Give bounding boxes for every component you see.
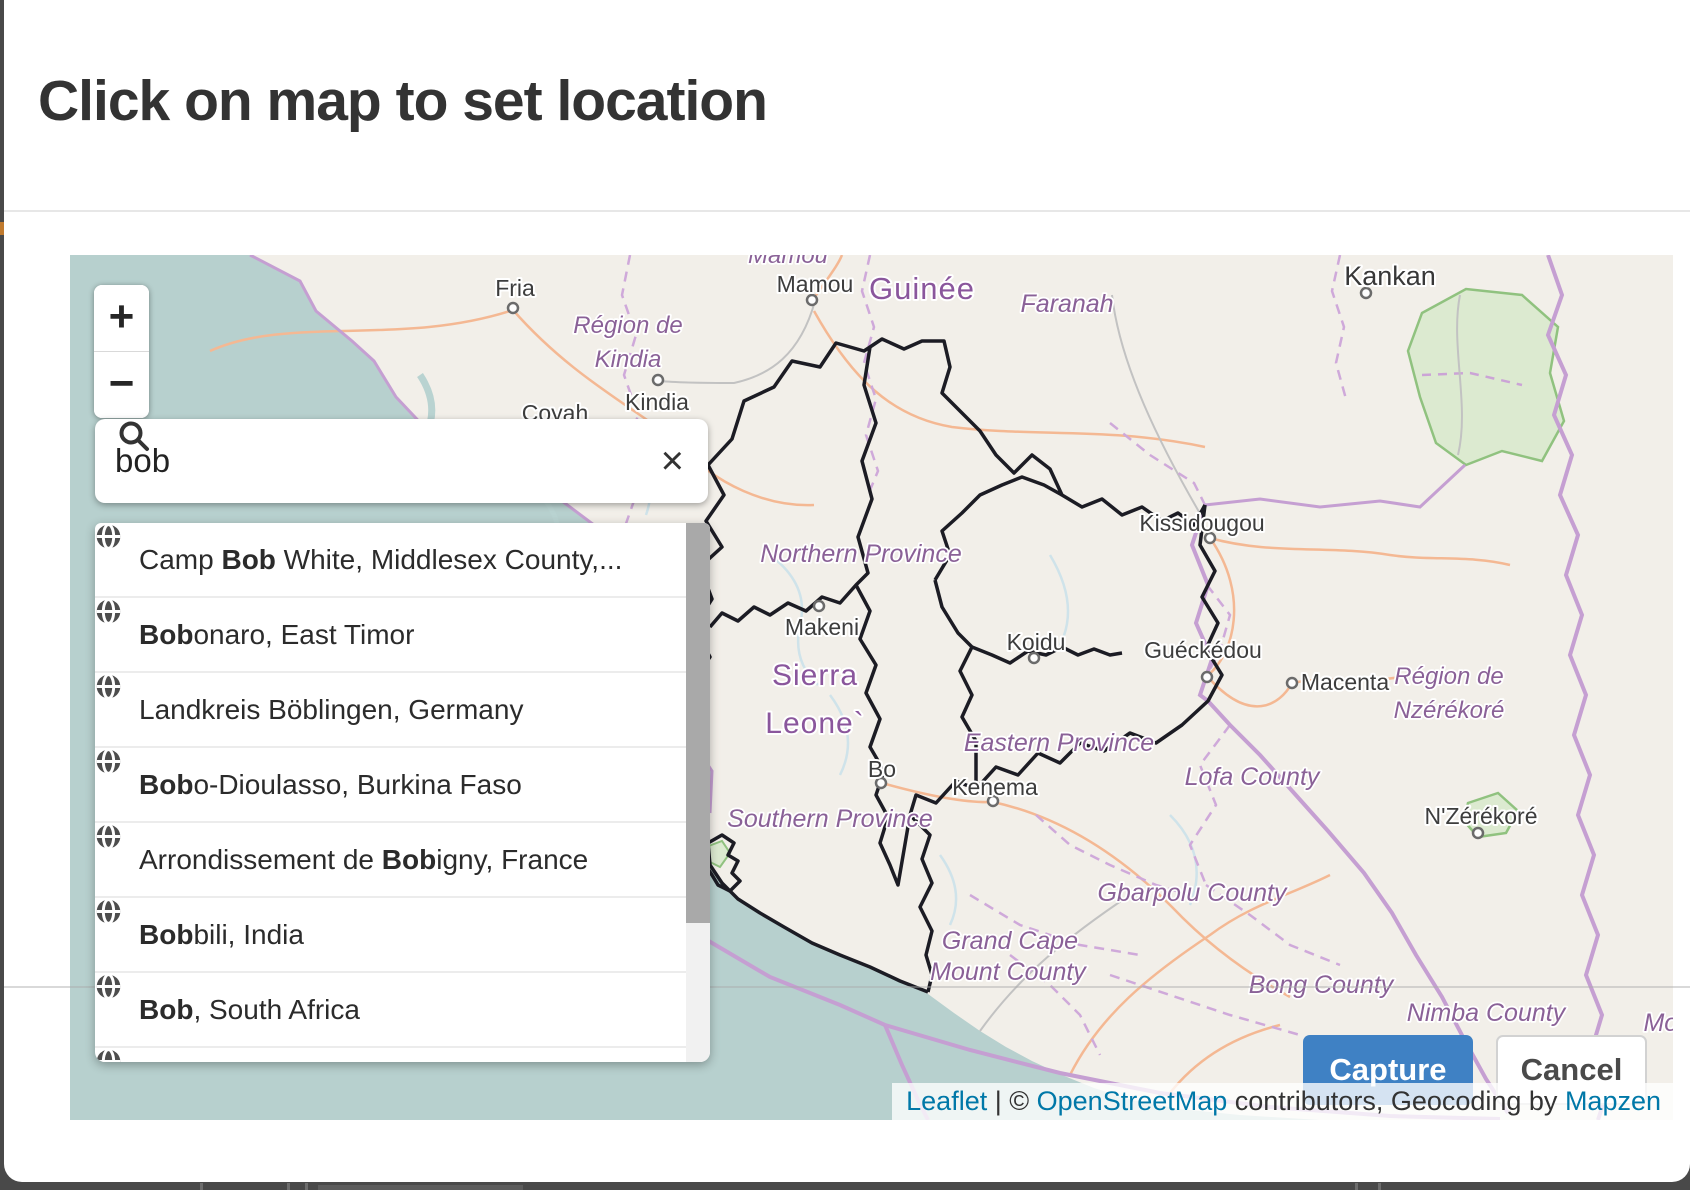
label-eastern-province: Eastern Province xyxy=(964,729,1154,757)
label-region-de-nzerekore-2: Nzérékoré xyxy=(1394,697,1505,724)
background-page-remnant xyxy=(305,1183,308,1190)
globe-icon xyxy=(95,823,122,850)
label-mamou-region: Mamou xyxy=(748,255,828,269)
label-grand-cape: Grand Cape xyxy=(942,927,1078,955)
globe-icon xyxy=(95,748,122,775)
label-koidu: Koidu xyxy=(1007,629,1066,655)
search-box: × xyxy=(95,419,708,503)
label-fria: Fria xyxy=(495,275,535,301)
label-kenema: Kenema xyxy=(952,774,1038,800)
location-picker-modal: Click on map to set location xyxy=(0,0,1690,1190)
header-divider xyxy=(0,210,1690,212)
label-montserrado-cut: Mor xyxy=(1643,1009,1673,1037)
openstreetmap-link[interactable]: OpenStreetMap xyxy=(1037,1086,1228,1116)
label-faranah: Faranah xyxy=(1020,290,1113,318)
label-makeni: Makeni xyxy=(785,614,859,640)
leaflet-link[interactable]: Leaflet xyxy=(906,1086,987,1116)
globe-icon xyxy=(95,898,122,925)
label-lofa-county: Lofa County xyxy=(1185,763,1321,791)
globe-icon xyxy=(95,523,122,550)
result-label: Landkreis Böblingen, Germany xyxy=(139,694,523,726)
label-mount-county: Mount County xyxy=(930,958,1087,986)
label-guinee: Guinée xyxy=(869,271,975,306)
result-label: Arrondissement de Bobigny, France xyxy=(139,844,588,876)
label-leone: Leone` xyxy=(765,707,864,740)
clear-search-icon[interactable]: × xyxy=(661,441,684,481)
label-kissidougou: Kissidougou xyxy=(1139,510,1264,536)
label-bong-county: Bong County xyxy=(1249,971,1395,999)
map-canvas[interactable]: Guinée Sierra Leone` Kankan Mamou Mamou … xyxy=(70,255,1673,1120)
results-scrollbar[interactable] xyxy=(686,523,710,1062)
globe-icon xyxy=(95,973,122,1000)
background-page-remnant xyxy=(287,1183,290,1190)
search-result-item[interactable]: Camp Bob White, Middlesex County,... xyxy=(95,523,686,598)
mapzen-link[interactable]: Mapzen xyxy=(1565,1086,1661,1116)
background-page-remnant xyxy=(200,1183,203,1190)
scrollbar-thumb[interactable] xyxy=(686,523,710,923)
label-kankan: Kankan xyxy=(1344,261,1436,291)
globe-icon xyxy=(95,598,122,625)
label-gbarpolu-county: Gbarpolu County xyxy=(1097,879,1288,907)
label-region-de-kindia-1: Région de xyxy=(573,312,682,339)
result-label: Bobonaro, East Timor xyxy=(139,619,414,651)
label-region-de-kindia-2: Kindia xyxy=(595,346,662,373)
modal-bottom-edge xyxy=(4,1158,1690,1182)
result-label: Bob, South Africa xyxy=(139,994,360,1026)
result-label: Bobo-Dioulasso, Burkina Faso xyxy=(139,769,522,801)
zoom-out-button[interactable]: − xyxy=(94,352,149,418)
result-label: Bobbili, India xyxy=(139,919,304,951)
zoom-in-button[interactable]: + xyxy=(94,285,149,352)
search-result-item[interactable]: Landkreis Böblingen, Germany xyxy=(95,673,686,748)
label-mamou-city: Mamou xyxy=(777,271,854,297)
search-icon xyxy=(117,419,151,453)
attribution-sep: | © xyxy=(987,1086,1036,1116)
search-result-item[interactable]: Bobonaro, East Timor xyxy=(95,598,686,673)
background-page-remnant xyxy=(318,1185,523,1190)
attribution-middle: contributors, Geocoding by xyxy=(1227,1086,1565,1116)
zoom-control: + − xyxy=(94,285,149,418)
map-attribution: Leaflet | © OpenStreetMap contributors, … xyxy=(892,1083,1673,1120)
background-page-remnant xyxy=(1378,1183,1381,1190)
globe-icon xyxy=(95,673,122,700)
background-page-remnant xyxy=(1355,1183,1358,1190)
page-title: Click on map to set location xyxy=(38,68,767,134)
search-input[interactable] xyxy=(113,441,661,481)
label-macenta: Macenta xyxy=(1301,669,1389,695)
label-nimba-county: Nimba County xyxy=(1407,999,1567,1027)
search-result-item[interactable]: Bob, South Africa xyxy=(95,973,686,1048)
label-gueckedou: Guéckédou xyxy=(1144,637,1262,663)
search-result-item[interactable]: Bobbili, India xyxy=(95,898,686,973)
label-northern-province: Northern Province xyxy=(760,540,961,568)
label-sierra: Sierra xyxy=(772,659,858,692)
modal-left-border xyxy=(0,0,4,1190)
label-nzerekore-city: N'Zérékoré xyxy=(1424,803,1537,829)
label-southern-province: Southern Province xyxy=(727,805,933,833)
label-kindia-city: Kindia xyxy=(625,389,689,415)
globe-icon xyxy=(95,1048,122,1062)
label-bo: Bo xyxy=(868,756,896,782)
search-result-item[interactable]: Bob, Cameroon xyxy=(95,1048,686,1062)
search-result-item[interactable]: Bobo-Dioulasso, Burkina Faso xyxy=(95,748,686,823)
search-result-item[interactable]: Arrondissement de Bobigny, France xyxy=(95,823,686,898)
result-label: Camp Bob White, Middlesex County,... xyxy=(139,544,622,576)
forest-areas xyxy=(706,289,1564,867)
label-region-de-nzerekore-1: Région de xyxy=(1394,663,1503,690)
search-results-panel: Camp Bob White, Middlesex County,... Bob… xyxy=(95,523,710,1062)
left-border-notch xyxy=(0,222,4,235)
